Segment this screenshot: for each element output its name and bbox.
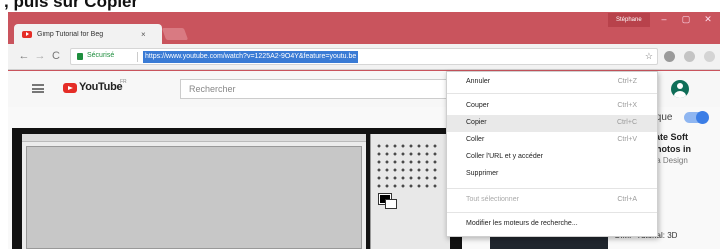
menu-separator	[447, 212, 657, 213]
menu-item-modifier-moteurs[interactable]: Modifier les moteurs de recherche...	[447, 216, 657, 233]
secure-label[interactable]: Sécurisé	[87, 52, 114, 59]
autoplay-toggle[interactable]	[684, 111, 709, 124]
menu-separator	[447, 188, 657, 189]
caption-text: , puis sur Copier	[4, 0, 139, 11]
youtube-country-code: FR	[120, 79, 127, 85]
menu-separator	[447, 93, 657, 94]
menu-item-label: Modifier les moteurs de recherche...	[466, 220, 578, 227]
reload-icon[interactable]: C	[50, 50, 62, 63]
tab-close-icon[interactable]: ×	[141, 30, 146, 39]
lock-icon	[77, 53, 83, 60]
browser-tab[interactable]: Gimp Tutorial for Beg ×	[14, 24, 162, 44]
gimp-menubar	[22, 134, 366, 142]
title-bar: Gimp Tutorial for Beg × Stéphane – ▢ ✕	[8, 12, 720, 44]
address-bar[interactable]: Sécurisé https://www.youtube.com/watch?v…	[70, 48, 658, 65]
recommended-video-title[interactable]: eate Soft Photos in	[650, 131, 720, 155]
menu-item-annuler[interactable]: Annuler Ctrl+Z	[447, 74, 657, 91]
youtube-favicon-icon	[22, 30, 32, 38]
gimp-toolbox	[370, 134, 450, 249]
menu-icon[interactable]	[704, 51, 715, 62]
menu-item-label: Coller l'URL et y accéder	[466, 153, 543, 160]
back-arrow-icon[interactable]: ←	[18, 50, 30, 63]
youtube-logo-icon[interactable]	[63, 83, 77, 93]
search-placeholder: Rechercher	[189, 84, 236, 94]
menu-item-coller[interactable]: Coller Ctrl+V	[447, 132, 657, 149]
menu-item-shortcut: Ctrl+C	[616, 119, 637, 126]
menu-item-label: Supprimer	[466, 170, 499, 177]
address-separator	[137, 52, 138, 62]
forward-arrow-icon[interactable]: →	[34, 50, 46, 63]
context-menu: Annuler Ctrl+Z Couper Ctrl+X Copier Ctrl…	[446, 71, 658, 237]
profile-name-button[interactable]: Stéphane	[608, 13, 650, 27]
menu-item-label: Tout sélectionner	[466, 196, 519, 203]
minimize-icon[interactable]: –	[656, 14, 672, 24]
menu-item-label: Copier	[466, 119, 487, 126]
caption-strip: , puis sur Copier	[0, 0, 720, 12]
new-tab-button[interactable]	[161, 28, 189, 40]
menu-item-label: Couper	[466, 102, 489, 109]
menu-item-shortcut: Ctrl+A	[617, 196, 637, 203]
menu-item-coller-url[interactable]: Coller l'URL et y accéder	[447, 149, 657, 166]
menu-item-copier[interactable]: Copier Ctrl+C	[447, 115, 657, 132]
menu-item-tout-selectionner: Tout sélectionner Ctrl+A	[447, 192, 657, 209]
menu-item-label: Annuler	[466, 78, 491, 85]
youtube-logo-text[interactable]: YouTube	[79, 81, 123, 93]
extension-icon[interactable]	[664, 51, 675, 62]
extension-2-icon[interactable]	[684, 51, 695, 62]
browser-window: Gimp Tutorial for Beg × Stéphane – ▢ ✕ ←…	[8, 12, 720, 249]
menu-item-shortcut: Ctrl+X	[617, 102, 637, 109]
youtube-search-input[interactable]: Rechercher	[180, 79, 480, 99]
menu-item-supprimer[interactable]: Supprimer	[447, 166, 657, 183]
gimp-screenshot	[22, 134, 366, 249]
menu-item-label: Coller	[466, 136, 485, 143]
background-color-swatch	[385, 199, 397, 209]
close-window-icon[interactable]: ✕	[700, 14, 716, 25]
url-text-selected[interactable]: https://www.youtube.com/watch?v=1225A2-9…	[143, 51, 359, 63]
menu-item-shortcut: Ctrl+Z	[617, 78, 637, 85]
tab-title: Gimp Tutorial for Beg	[37, 30, 104, 38]
hamburger-menu-icon[interactable]	[32, 84, 44, 93]
gimp-canvas	[26, 146, 362, 249]
bookmark-star-icon[interactable]: ☆	[645, 51, 653, 62]
browser-toolbar: ← → C Sécurisé https://www.youtube.com/w…	[8, 44, 720, 70]
menu-item-shortcut: Ctrl+V	[617, 136, 637, 143]
menu-item-couper[interactable]: Couper Ctrl+X	[447, 98, 657, 115]
maximize-icon[interactable]: ▢	[678, 14, 694, 25]
gimp-tools-grid-icon	[375, 142, 437, 190]
video-player[interactable]	[12, 128, 462, 249]
account-avatar[interactable]	[671, 80, 689, 98]
